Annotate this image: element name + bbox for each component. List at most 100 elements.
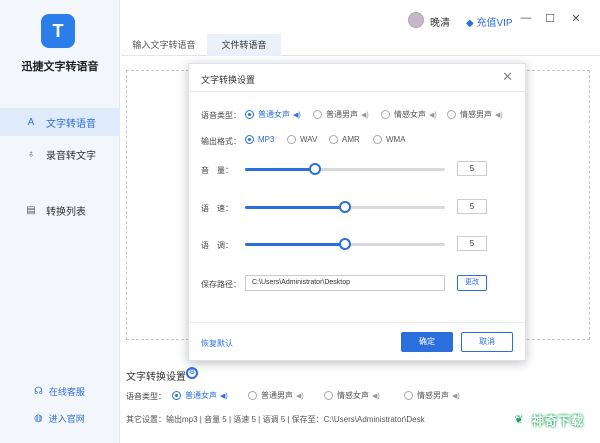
microphone-icon: ♁ [27, 148, 35, 160]
cancel-button[interactable]: 取消 [461, 332, 513, 352]
speaker-icon[interactable]: ◀) [372, 392, 380, 400]
dialog-footer: 恢复默认 确定 取消 [189, 322, 525, 360]
sidebar-item-label: 转换列表 [46, 206, 86, 218]
watermark: ❦ 神奇下载 [510, 408, 596, 432]
change-path-button[interactable]: 更改 [457, 275, 487, 291]
close-button[interactable]: ✕ [569, 12, 583, 25]
bottom-voice-option-emotional-female[interactable]: 情感女声 ◀) [324, 390, 380, 401]
option-label: 情感女声 [394, 110, 426, 119]
option-label: MP3 [258, 135, 275, 144]
watermark-text: 神奇下载 [532, 413, 585, 428]
settings-summary: 其它设置：输出mp3 | 音量 5 | 语速 5 | 语调 5 | 保存至：C:… [126, 415, 425, 424]
radio-dot [287, 135, 296, 144]
voice-option-emotional-female[interactable]: 情感女声 ◀) [381, 109, 437, 120]
radio-dot [373, 135, 382, 144]
option-label: 情感女声 [337, 391, 369, 400]
globe-icon: ◍ [34, 413, 43, 424]
save-path-label: 保存路径： [201, 280, 241, 289]
text-icon: A [27, 116, 35, 128]
minimize-button[interactable]: — [519, 12, 533, 24]
radio-dot [329, 135, 338, 144]
username[interactable]: 晚清 [430, 14, 450, 29]
option-label: WAV [300, 135, 318, 144]
close-icon[interactable]: ✕ [502, 69, 513, 85]
radio-dot [324, 391, 333, 400]
option-label: 情感男声 [460, 110, 492, 119]
radio-dot [172, 391, 181, 400]
speaker-icon[interactable]: ◀) [361, 111, 369, 119]
voice-option-emotional-male[interactable]: 情感男声 ◀) [447, 109, 503, 120]
speaker-icon[interactable]: ◀) [220, 392, 228, 400]
avatar[interactable] [408, 12, 424, 28]
format-option-mp3[interactable]: MP3 [245, 135, 274, 144]
speaker-icon[interactable]: ◀) [452, 392, 460, 400]
slider-handle[interactable] [339, 238, 351, 250]
slider-fill [245, 168, 315, 171]
voice-type-label: 语音类型： [201, 111, 241, 120]
diamond-icon: ◆ [466, 18, 474, 29]
ok-button[interactable]: 确定 [401, 332, 453, 352]
option-label: AMR [342, 135, 360, 144]
bottom-voice-type-label: 语音类型： [126, 392, 166, 401]
official-site-link[interactable]: ◍ 进入官网 [34, 412, 85, 425]
save-path-field[interactable]: C:\Users\Administrator\Desktop [245, 275, 445, 291]
format-option-wav[interactable]: WAV [287, 135, 317, 144]
leaf-icon: ❦ [510, 411, 528, 429]
option-label: 情感男声 [417, 391, 449, 400]
bottom-voice-option-normal-female[interactable]: 普通女声 ◀) [172, 390, 228, 401]
sidebar-item-text-to-speech[interactable]: A 文字转语音 [0, 108, 120, 136]
bottom-settings-title: 文字转换设置 [126, 372, 186, 383]
official-site-label: 进入官网 [48, 414, 85, 424]
bottom-voice-option-emotional-male[interactable]: 情感男声 ◀) [404, 390, 460, 401]
speaker-icon[interactable]: ◀) [296, 392, 304, 400]
radio-dot [447, 110, 456, 119]
speaker-icon[interactable]: ◀) [495, 111, 503, 119]
slider-handle[interactable] [309, 163, 321, 175]
tab-input-text[interactable]: 输入文字转语音 [121, 34, 207, 56]
vip-label: 充值VIP [476, 18, 513, 29]
tab-file-to-speech[interactable]: 文件转语音 [207, 34, 281, 56]
option-label: WMA [386, 135, 406, 144]
slider-handle[interactable] [339, 201, 351, 213]
format-option-wma[interactable]: WMA [373, 135, 406, 144]
pitch-label: 语 调： [201, 241, 233, 250]
radio-dot [313, 110, 322, 119]
radio-dot [245, 110, 254, 119]
option-label: 普通男声 [326, 110, 358, 119]
voice-option-normal-male[interactable]: 普通男声 ◀) [313, 109, 369, 120]
vip-button[interactable]: ◆ 充值VIP [466, 14, 513, 29]
volume-slider[interactable] [245, 163, 445, 175]
option-label: 普通男声 [261, 391, 293, 400]
voice-option-normal-female[interactable]: 普通女声 ◀) [245, 109, 301, 120]
speed-value-field[interactable]: 5 [457, 199, 487, 214]
option-label: 普通女声 [185, 391, 217, 400]
list-icon: ▤ [26, 204, 36, 216]
radio-dot [245, 135, 254, 144]
slider-fill [245, 206, 345, 209]
format-option-amr[interactable]: AMR [329, 135, 360, 144]
pitch-slider[interactable] [245, 238, 445, 250]
volume-value-field[interactable]: 5 [457, 161, 487, 176]
radio-dot [381, 110, 390, 119]
speaker-icon[interactable]: ◀) [429, 111, 437, 119]
dialog-header: 文字转换设置 ✕ [189, 64, 525, 92]
settings-icon[interactable]: ⚙ [186, 367, 198, 379]
sidebar-item-conversion-list[interactable]: ▤ 转换列表 [0, 196, 120, 224]
speed-slider[interactable] [245, 201, 445, 213]
radio-dot [404, 391, 413, 400]
maximize-button[interactable]: ☐ [543, 12, 557, 25]
pitch-value-field[interactable]: 5 [457, 236, 487, 251]
radio-dot [248, 391, 257, 400]
sidebar-item-label: 文字转语音 [46, 118, 96, 130]
option-label: 普通女声 [258, 110, 290, 119]
sidebar: T 迅捷文字转语音 A 文字转语音 ♁ 录音转文字 ▤ 转换列表 ☊ 在线客服 … [0, 0, 120, 443]
reset-defaults-link[interactable]: 恢复默认 [201, 338, 233, 349]
bottom-voice-option-normal-male[interactable]: 普通男声 ◀) [248, 390, 304, 401]
output-format-label: 输出格式： [201, 137, 241, 146]
speaker-icon[interactable]: ◀) [293, 111, 301, 119]
sidebar-item-speech-to-text[interactable]: ♁ 录音转文字 [0, 140, 120, 168]
app-title: 迅捷文字转语音 [21, 61, 99, 73]
headset-icon: ☊ [34, 386, 43, 397]
app-logo-icon: T [41, 14, 75, 48]
online-support-link[interactable]: ☊ 在线客服 [34, 385, 85, 398]
